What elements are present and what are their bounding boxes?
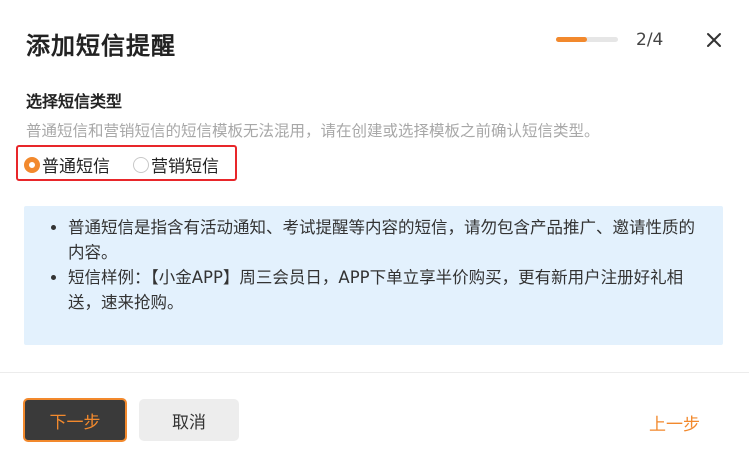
radio-label-normal-sms: 普通短信	[42, 157, 110, 177]
sms-type-section-title: 选择短信类型	[26, 92, 123, 111]
radio-checked-icon	[24, 156, 40, 173]
dialog-title: 添加短信提醒	[26, 32, 176, 60]
cancel-button[interactable]: 取消	[139, 399, 239, 441]
sms-info-box: 普通短信是指含有活动通知、考试提醒等内容的短信，请勿包含产品推广、邀请性质的内容…	[24, 206, 723, 345]
sms-type-radio-group: 普通短信 营销短信	[16, 145, 237, 181]
step-progress-bar	[556, 37, 618, 42]
sms-type-hint: 普通短信和营销短信的短信模板无法混用，请在创建或选择模板之前确认短信类型。	[26, 122, 600, 140]
close-icon[interactable]	[703, 29, 725, 51]
radio-normal-sms[interactable]: 普通短信	[24, 152, 110, 177]
previous-step-button[interactable]: 上一步	[649, 410, 700, 435]
step-counter: 2/4	[636, 30, 664, 50]
step-progress-fill	[556, 37, 587, 42]
radio-marketing-sms[interactable]: 营销短信	[133, 152, 219, 177]
sms-info-item: 短信样例：【小金APP】周三会员日，APP下单立享半价购买，更有新用户注册好礼相…	[68, 265, 705, 315]
sms-info-list: 普通短信是指含有活动通知、考试提醒等内容的短信，请勿包含产品推广、邀请性质的内容…	[52, 215, 705, 315]
sms-info-item: 普通短信是指含有活动通知、考试提醒等内容的短信，请勿包含产品推广、邀请性质的内容…	[68, 215, 705, 265]
radio-unchecked-icon	[133, 156, 149, 173]
radio-label-marketing-sms: 营销短信	[151, 157, 219, 177]
add-sms-reminder-dialog: 添加短信提醒 2/4 选择短信类型 普通短信和营销短信的短信模板无法混用，请在创…	[0, 0, 749, 464]
next-step-button[interactable]: 下一步	[23, 398, 127, 442]
footer-divider	[0, 372, 749, 373]
